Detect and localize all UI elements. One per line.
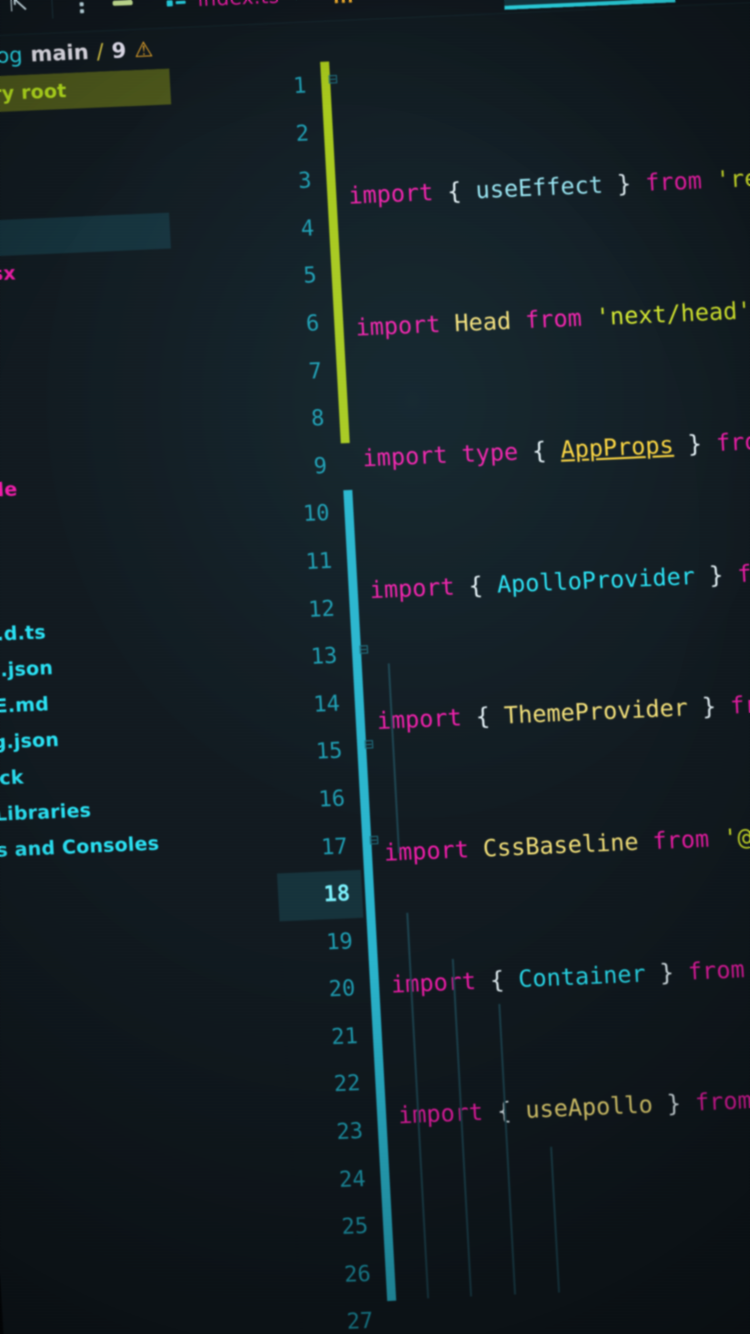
- sidebar-item-label: l Libraries: [0, 799, 92, 827]
- sidebar-item-label: nv.d.ts: [0, 621, 47, 647]
- list-icon: [166, 0, 189, 11]
- sidebar-item-label: ME.md: [0, 693, 50, 719]
- photo-frame: index.ts × .env.local ×: [0, 0, 750, 1334]
- collapse-arrows-icon[interactable]: [9, 0, 36, 20]
- code-line[interactable]: import { useApollo } from '../graphql/cl…: [291, 1067, 750, 1145]
- sidebar-item-label: library root: [0, 79, 68, 108]
- more-vertical-icon[interactable]: [68, 0, 95, 17]
- close-icon[interactable]: ×: [292, 0, 309, 6]
- code-line[interactable]: [298, 1198, 750, 1276]
- problem-count: 9: [111, 38, 127, 63]
- code-line[interactable]: import CssBaseline from '@material-ui/co…: [277, 804, 750, 882]
- branch-prefix: og: [0, 42, 24, 68]
- editor-tab-bar: index.ts × .env.local ×: [155, 0, 676, 28]
- ide-window: index.ts × .env.local ×: [0, 0, 750, 1334]
- sidebar-item-label: fig.json: [0, 728, 60, 755]
- sidebar-item-label: lock: [0, 766, 25, 791]
- warning-icon: ⚠: [133, 37, 154, 62]
- tab-index-ts[interactable]: index.ts ×: [155, 0, 323, 24]
- sidebar-item-label: es and Consoles: [0, 832, 160, 863]
- sidebar-item-label: mple: [0, 478, 18, 503]
- code-line[interactable]: import Head from 'next/head';: [248, 278, 750, 356]
- code-editor[interactable]: import { useEffect } from 'react'; 8.23 …: [235, 35, 750, 1334]
- tab-env-local[interactable]: .env.local ×: [321, 0, 505, 17]
- code-line[interactable]: import { ApolloProvider } from '@apollo/…: [263, 541, 750, 619]
- sidebar-item-label: nt.tsx: [0, 262, 17, 288]
- code-line[interactable]: import { Container } from '@material-ui/…: [284, 935, 750, 1013]
- sliders-icon: [331, 0, 354, 4]
- tab-label: .env.local: [362, 0, 461, 3]
- code-line[interactable]: import { lightTheme, darkTheme } from ': [305, 1330, 750, 1334]
- code-line[interactable]: import { ThemeProvider } from '@material…: [270, 673, 750, 751]
- code-line[interactable]: import type { AppProps } from 'next/app'…: [255, 410, 750, 488]
- tab-app-tsx[interactable]: _app.tsx ×: [502, 0, 676, 10]
- tab-label: index.ts: [197, 0, 280, 11]
- branch-separator: /: [95, 39, 105, 64]
- toolbar-divider: [50, 0, 54, 19]
- minimize-icon[interactable]: [110, 0, 137, 15]
- branch-name: main: [29, 39, 90, 67]
- code-line[interactable]: import { useEffect } from 'react'; 8.23 …: [241, 147, 750, 225]
- unused-import-appprops: AppProps: [559, 431, 675, 464]
- sidebar-item-label: ge.json: [0, 657, 54, 683]
